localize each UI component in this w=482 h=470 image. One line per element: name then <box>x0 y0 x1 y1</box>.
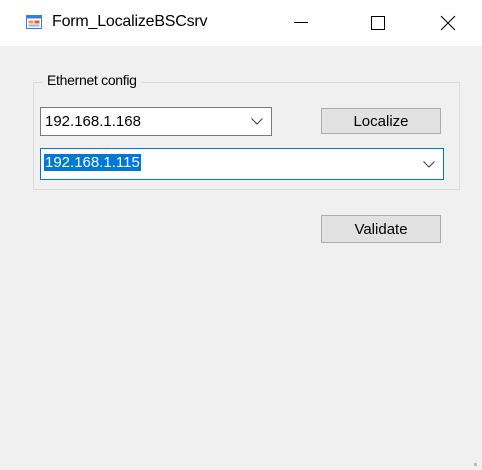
window-title: Form_LocalizeBSCsrv <box>52 13 208 30</box>
resize-grip[interactable] <box>474 463 477 466</box>
target-address-combobox[interactable]: 192.168.1.115 <box>40 148 444 180</box>
maximize-icon <box>371 16 385 30</box>
title-bar[interactable]: Form_LocalizeBSCsrv <box>0 0 482 46</box>
ip-address-value: 192.168.1.168 <box>45 113 141 130</box>
validate-button[interactable]: Validate <box>321 215 441 243</box>
maximize-button[interactable] <box>355 0 401 46</box>
form-window: Form_LocalizeBSCsrv Ethernet config 192.… <box>0 0 482 470</box>
ip-address-combobox[interactable]: 192.168.1.168 <box>40 107 272 136</box>
app-form-icon <box>26 15 42 29</box>
ethernet-config-label: Ethernet config <box>42 72 142 88</box>
target-address-value: 192.168.1.115 <box>44 154 141 171</box>
minimize-icon <box>294 22 308 23</box>
localize-button[interactable]: Localize <box>321 108 441 134</box>
chevron-down-icon[interactable] <box>423 149 435 179</box>
chevron-down-icon[interactable] <box>251 108 263 135</box>
close-button[interactable] <box>425 0 471 46</box>
close-icon <box>440 15 456 31</box>
minimize-button[interactable] <box>278 0 324 46</box>
